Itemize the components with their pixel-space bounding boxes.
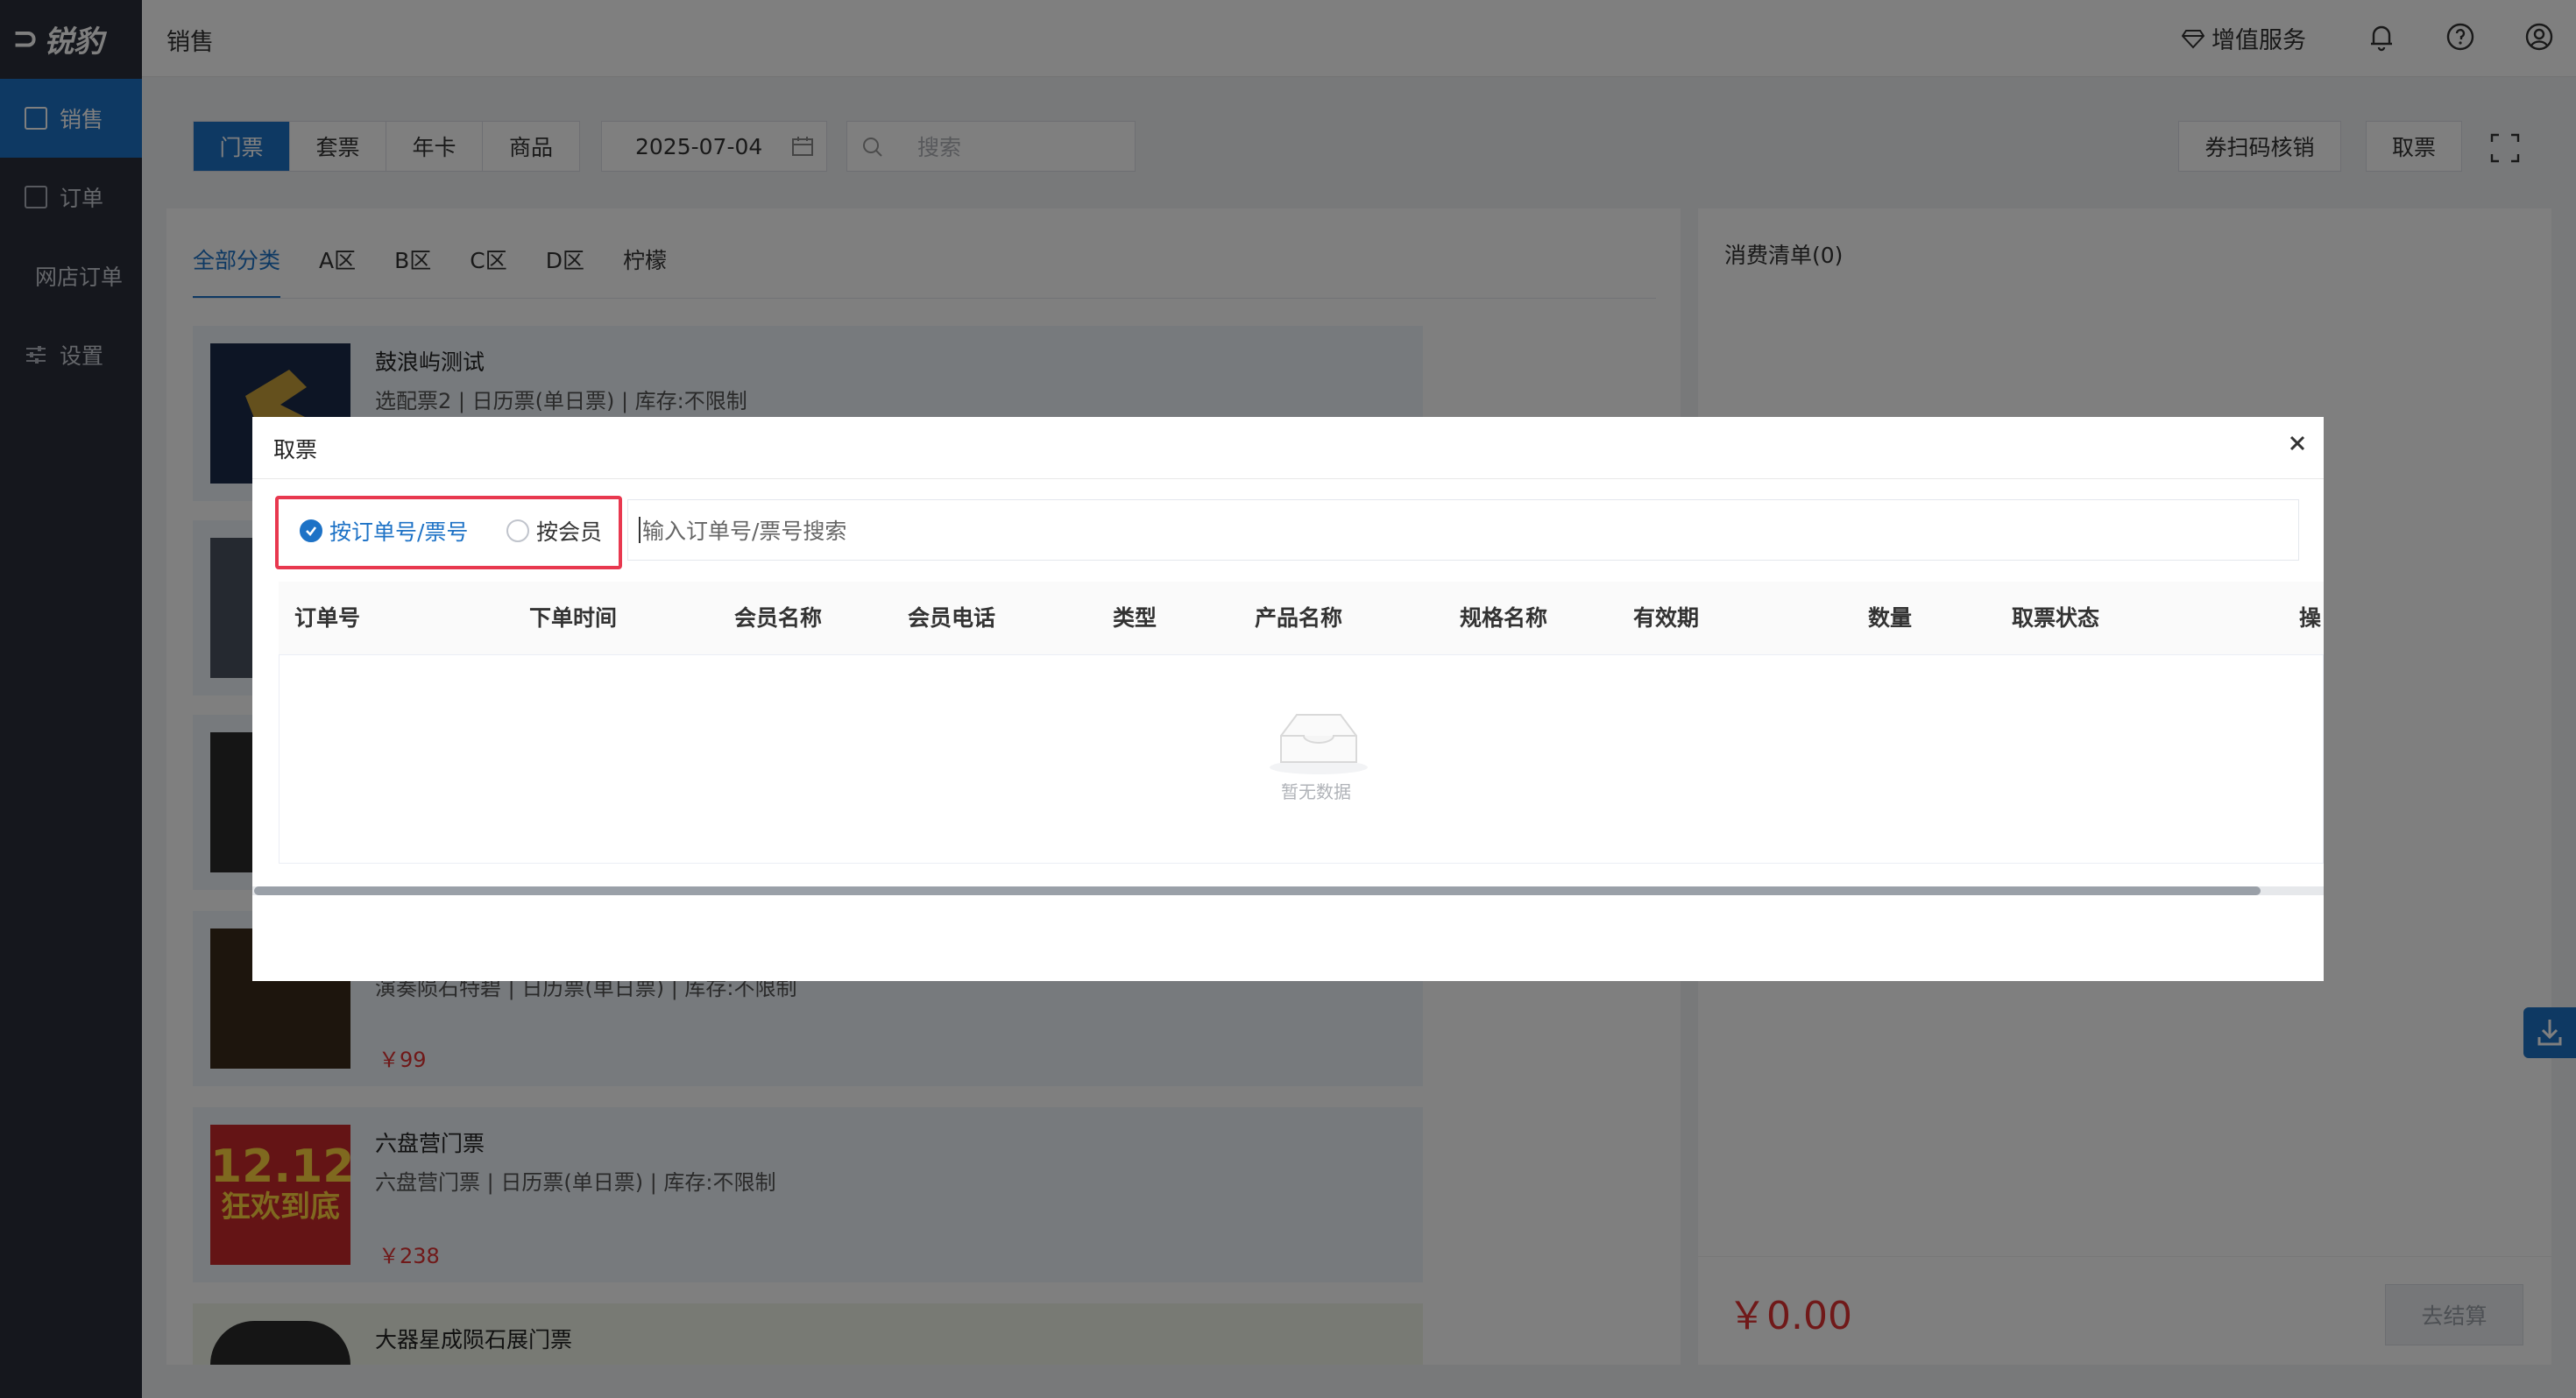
col-member-name: 会员名称 bbox=[734, 605, 823, 631]
col-order-time: 下单时间 bbox=[529, 605, 618, 631]
empty-text: 暂无数据 bbox=[1281, 781, 1351, 802]
text-caret bbox=[639, 517, 640, 543]
radio-label: 按订单号/票号 bbox=[329, 519, 469, 545]
col-spec-name: 规格名称 bbox=[1460, 605, 1548, 631]
col-quantity: 数量 bbox=[1868, 605, 1913, 631]
col-order-no: 订单号 bbox=[294, 605, 361, 631]
col-actions: 操 bbox=[2299, 605, 2322, 631]
col-type: 类型 bbox=[1113, 605, 1157, 631]
scrollbar-thumb[interactable] bbox=[254, 886, 2261, 895]
close-icon[interactable] bbox=[2287, 433, 2308, 454]
modal-title: 取票 bbox=[273, 437, 318, 462]
radio-circle-icon bbox=[506, 519, 529, 542]
empty-inbox-icon bbox=[1270, 714, 1368, 774]
col-validity: 有效期 bbox=[1633, 605, 1700, 631]
radio-by-member[interactable]: 按会员 bbox=[506, 512, 602, 550]
radio-by-order[interactable]: 按订单号/票号 bbox=[300, 512, 468, 550]
modal-divider bbox=[252, 478, 2324, 479]
radio-label: 按会员 bbox=[536, 519, 603, 545]
col-product-name: 产品名称 bbox=[1255, 605, 1343, 631]
order-search-input[interactable]: 输入订单号/票号搜索 bbox=[627, 499, 2299, 561]
order-search-placeholder: 输入订单号/票号搜索 bbox=[642, 519, 847, 544]
col-member-phone: 会员电话 bbox=[908, 605, 996, 631]
col-pickup-status: 取票状态 bbox=[2012, 605, 2100, 631]
check-icon bbox=[300, 519, 322, 542]
